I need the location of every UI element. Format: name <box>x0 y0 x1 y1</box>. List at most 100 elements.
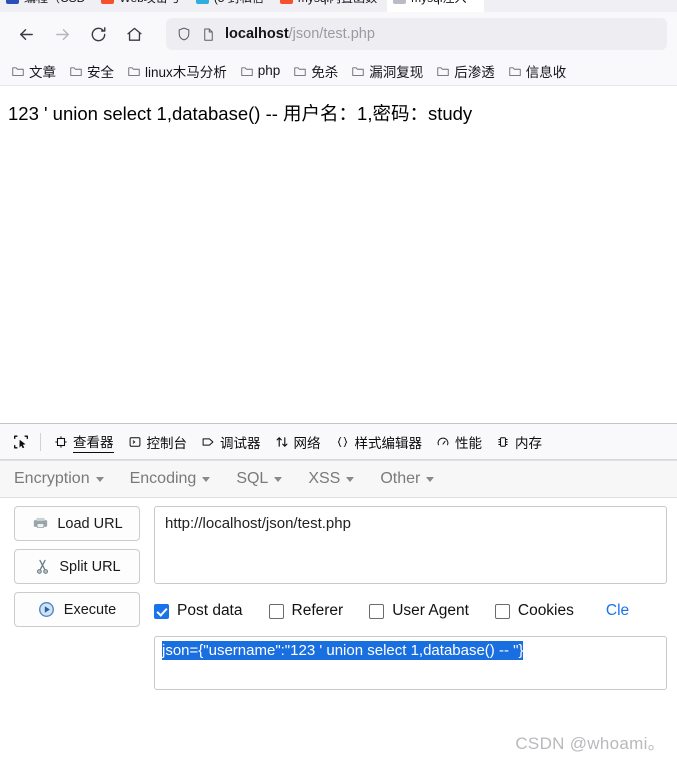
checkbox-box[interactable] <box>268 603 284 619</box>
bookmark-item[interactable]: linux木马分析 <box>122 58 232 84</box>
browser-tab-active[interactable]: mysql注入 - <box>387 0 484 12</box>
menu-label: Encoding <box>129 470 197 487</box>
tab-strip: 编程（CSD Web攻击与 (5 封私信 mysql内置函数 mysql注入 - <box>0 0 677 12</box>
bookmark-item[interactable]: 免杀 <box>288 58 343 84</box>
button-label: Execute <box>63 601 117 618</box>
inspector-icon <box>54 435 68 449</box>
browser-tab[interactable]: mysql内置函数 <box>274 0 387 12</box>
clear-all-link[interactable]: Cle <box>606 602 629 620</box>
tab-favicon-icon <box>393 0 407 4</box>
shield-icon[interactable] <box>176 26 192 42</box>
devtools-tab-label: 样式编辑器 <box>354 435 423 451</box>
back-button[interactable] <box>10 18 42 50</box>
hackbar-options: Post data Referer User Agent Cookies Cle <box>154 598 677 624</box>
post-data-selected-text: json={"username":"123 ' union select 1,d… <box>162 641 524 660</box>
devtools-tab-label: 控制台 <box>146 435 188 451</box>
bookmark-label: linux木马分析 <box>145 64 227 80</box>
hackbar-menu-encoding[interactable]: Encoding <box>130 470 211 488</box>
navigation-toolbar: localhost/json/test.php <box>0 12 677 56</box>
bookmark-label: 漏洞复现 <box>369 64 424 80</box>
checkbox-box[interactable] <box>494 603 510 619</box>
tab-title: mysql注入 - <box>411 0 474 6</box>
devtools-toolbar: 查看器 控制台 调试器 网络 样式编辑器 性能 内存 <box>0 424 677 460</box>
console-icon <box>128 435 142 449</box>
bookmark-item[interactable]: 漏洞复现 <box>346 58 428 84</box>
hackbar-menu-sql[interactable]: SQL <box>236 470 283 488</box>
url-host: localhost <box>225 26 289 42</box>
page-content: 123 ' union select 1,database() -- 用户名：1… <box>0 86 677 423</box>
tab-favicon-icon <box>279 0 293 4</box>
browser-tab[interactable]: (5 封私信 <box>190 0 274 12</box>
browser-tab[interactable]: 编程（CSD <box>0 0 95 12</box>
devtools-tab-label: 性能 <box>455 435 482 451</box>
bookmark-item[interactable]: php <box>235 60 286 81</box>
hackbar-fields: http://localhost/json/test.php Post data… <box>154 506 677 690</box>
devtools-tab-console[interactable]: 控制台 <box>122 428 194 456</box>
chevron-down-icon <box>274 476 283 482</box>
menu-label: SQL <box>236 470 269 487</box>
referer-checkbox[interactable]: Referer <box>268 602 344 620</box>
url-input[interactable]: http://localhost/json/test.php <box>154 506 667 584</box>
debugger-icon <box>201 435 215 449</box>
home-button[interactable] <box>118 18 150 50</box>
post-data-checkbox[interactable]: Post data <box>154 602 243 620</box>
chevron-down-icon <box>95 476 104 482</box>
page-icon[interactable] <box>201 27 216 42</box>
load-url-icon <box>31 515 49 533</box>
bookmark-item[interactable]: 后渗透 <box>431 58 500 84</box>
element-picker-icon[interactable] <box>6 428 36 456</box>
bookmarks-bar: 文章 安全 linux木马分析 php 免杀 漏洞复现 后渗透 信息收 <box>0 56 677 86</box>
devtools-tab-label: 调试器 <box>220 435 261 451</box>
toolbar-divider <box>40 432 41 451</box>
devtools-tab-label: 网络 <box>293 435 321 451</box>
hackbar-action-buttons: Load URL Split URL Execute <box>14 506 140 690</box>
menu-label: XSS <box>308 470 341 487</box>
tab-title: Web攻击与 <box>119 0 179 6</box>
bookmark-item[interactable]: 安全 <box>64 58 119 84</box>
devtools-tab-network[interactable]: 网络 <box>269 428 327 456</box>
bookmark-label: 免杀 <box>311 64 339 80</box>
split-url-button[interactable]: Split URL <box>14 549 140 584</box>
load-url-button[interactable]: Load URL <box>14 506 140 541</box>
button-label: Split URL <box>59 558 121 575</box>
user-agent-checkbox[interactable]: User Agent <box>369 602 469 620</box>
cookies-checkbox[interactable]: Cookies <box>494 602 574 620</box>
hackbar-menubar: Encryption Encoding SQL XSS Other <box>0 460 677 498</box>
tab-favicon-icon <box>101 0 115 4</box>
devtools-tab-memory[interactable]: 内存 <box>490 428 548 456</box>
hackbar-menu-other[interactable]: Other <box>380 470 435 488</box>
bookmark-label: 后渗透 <box>454 64 495 80</box>
checkbox-box[interactable] <box>369 603 385 619</box>
tab-title: mysql内置函数 <box>298 0 377 6</box>
url-path: /json/test.php <box>288 26 375 42</box>
checkbox-label: Cookies <box>517 602 574 619</box>
bookmark-label: 安全 <box>87 64 114 80</box>
execute-button[interactable]: Execute <box>14 592 140 627</box>
devtools-tab-inspector[interactable]: 查看器 <box>48 427 120 457</box>
devtools-panel: 查看器 控制台 调试器 网络 样式编辑器 性能 内存 Encryption En… <box>0 423 677 690</box>
bookmark-item[interactable]: 文章 <box>6 58 61 84</box>
browser-tab[interactable]: Web攻击与 <box>95 0 189 12</box>
bookmark-item[interactable]: 信息收 <box>503 58 572 84</box>
hackbar-panel: Encryption Encoding SQL XSS Other Load U… <box>0 460 677 690</box>
style-editor-icon <box>335 435 350 449</box>
hackbar-menu-encryption[interactable]: Encryption <box>14 470 104 488</box>
hackbar-menu-xss[interactable]: XSS <box>308 470 355 488</box>
address-bar[interactable]: localhost/json/test.php <box>166 18 667 50</box>
bookmark-label: 文章 <box>29 64 56 80</box>
devtools-tab-performance[interactable]: 性能 <box>430 428 488 456</box>
reload-button[interactable] <box>82 18 114 50</box>
devtools-tab-label: 查看器 <box>73 431 114 453</box>
post-data-input[interactable]: json={"username":"123 ' union select 1,d… <box>154 636 667 690</box>
devtools-tab-debugger[interactable]: 调试器 <box>195 428 267 456</box>
forward-button[interactable] <box>46 18 78 50</box>
checkbox-label: Referer <box>291 602 344 619</box>
play-icon <box>38 601 56 619</box>
checkbox-label: User Agent <box>392 602 469 619</box>
menu-label: Other <box>380 470 421 487</box>
devtools-tab-style-editor[interactable]: 样式编辑器 <box>329 428 429 456</box>
checkbox-box-checked[interactable] <box>154 603 169 619</box>
chevron-down-icon <box>346 476 355 482</box>
devtools-tab-label: 内存 <box>515 435 542 451</box>
bookmark-label: php <box>257 63 281 78</box>
